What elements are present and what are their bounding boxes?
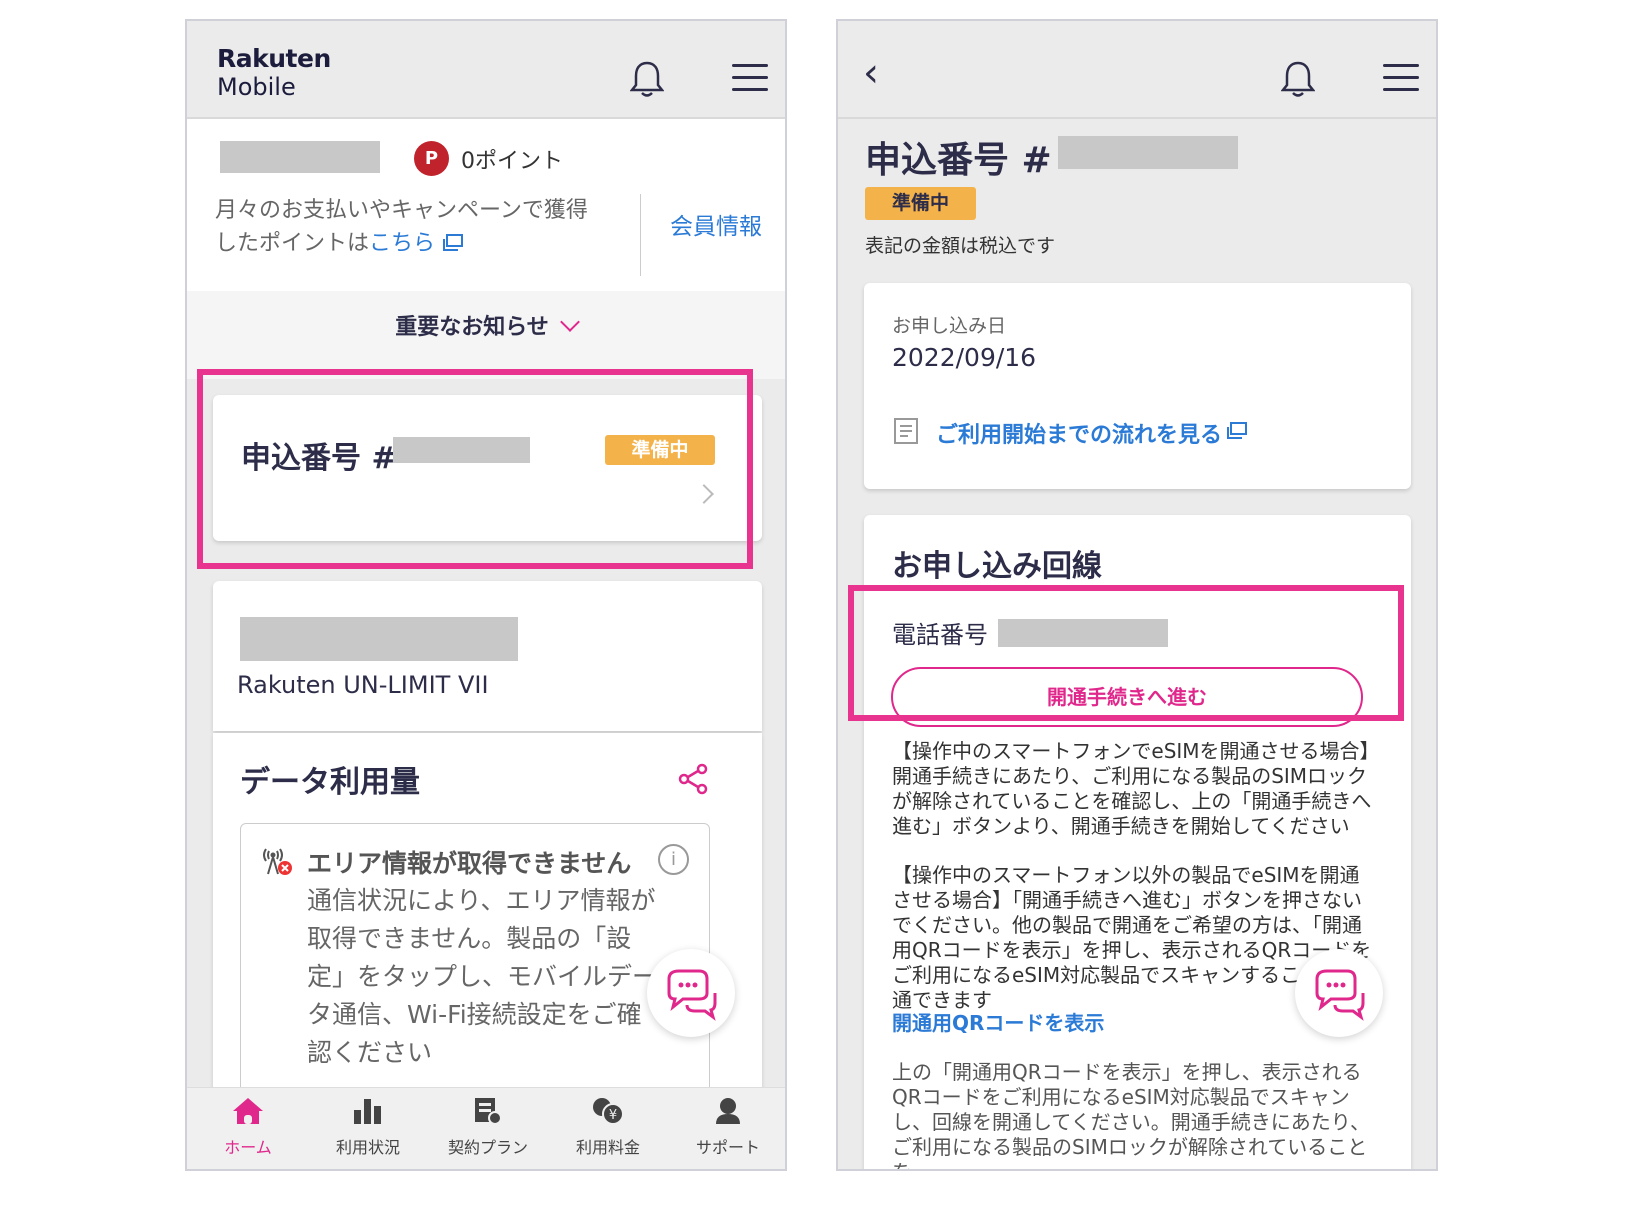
external-link-icon [1226, 422, 1248, 444]
points-link[interactable]: こちら [369, 231, 435, 256]
share-icon[interactable] [677, 763, 709, 799]
flow-guide-link[interactable]: ご利用開始までの流れを見る [936, 417, 1222, 449]
application-date-card: お申し込み日 2022/09/16 ご利用開始までの流れを見る [864, 283, 1411, 489]
points-icon: P [414, 141, 449, 176]
chat-button[interactable] [647, 949, 735, 1037]
back-arrow-icon[interactable]: ‹ [863, 53, 905, 95]
highlight-frame [848, 585, 1404, 721]
points-balance: 0ポイント [461, 149, 563, 174]
chat-icon [1315, 969, 1365, 1021]
svg-text:¥: ¥ [609, 1108, 617, 1123]
data-usage-title: データ利用量 [240, 765, 420, 800]
divider [640, 194, 641, 276]
plan-icon [475, 1098, 502, 1125]
bottom-navigation: ホーム 利用状況 契約プラン ¥ 利用料金 サポート [187, 1087, 785, 1169]
plan-card[interactable]: Rakuten UN-LIMIT VII [213, 581, 762, 731]
line-section-title: お申し込み回線 [892, 549, 1102, 584]
menu-icon[interactable] [1383, 60, 1425, 102]
important-notice-toggle[interactable]: 重要なお知らせ [187, 291, 785, 379]
chat-button[interactable] [1295, 949, 1383, 1037]
bar-chart-icon [354, 1099, 381, 1124]
apply-date-value: 2022/09/16 [892, 343, 1037, 372]
info-icon[interactable]: i [658, 844, 689, 875]
document-icon [892, 417, 920, 449]
header: ‹ [838, 21, 1436, 119]
no-signal-icon [261, 846, 295, 882]
chevron-down-icon [559, 312, 580, 332]
rakuten-mobile-logo[interactable]: Rakuten Mobile [217, 45, 331, 102]
nav-plan[interactable]: 契約プラン [433, 1096, 543, 1158]
nav-support[interactable]: サポート [673, 1096, 783, 1158]
header: Rakuten Mobile [187, 21, 785, 119]
nav-billing[interactable]: ¥ 利用料金 [553, 1096, 663, 1158]
menu-icon[interactable] [732, 60, 774, 102]
apply-date-label: お申し込み日 [892, 315, 1007, 337]
page-title: 申込番号 # [865, 140, 1052, 181]
area-error-text: 通信状況により、エリア情報が取得できません。製品の「設定」をタップし、モバイルデ… [307, 886, 658, 1067]
chat-icon [667, 969, 717, 1021]
esim-self-instructions: 【操作中のスマートフォンでeSIMを開通させる場合】開通手続きにあたり、ご利用に… [892, 739, 1372, 838]
support-icon [716, 1098, 740, 1124]
yen-icon: ¥ [593, 1098, 624, 1125]
bell-icon[interactable] [629, 59, 672, 101]
redacted-phone-number [240, 617, 518, 661]
status-badge: 準備中 [865, 187, 976, 220]
points-description: 月々のお支払いやキャンペーンで獲得したポイントはこちら [215, 198, 588, 256]
qr-instructions: 上の「開通用QRコードを表示」を押し、表示されるQRコードをご利用になるeSIM… [892, 1060, 1370, 1169]
external-link-icon [443, 234, 464, 251]
redacted-username [220, 141, 380, 173]
application-detail-screen: ‹ 申込番号 # 準備中 表記の金額は税込です お申し込み日 2022/09/1… [836, 19, 1438, 1171]
member-info-link[interactable]: 会員情報 [670, 207, 762, 241]
show-qr-link[interactable]: 開通用QRコードを表示 [892, 1011, 1104, 1036]
plan-name: Rakuten UN-LIMIT VII [237, 671, 489, 699]
redacted-application-number [1058, 136, 1238, 169]
tax-note: 表記の金額は税込です [865, 235, 1056, 257]
area-error-title: エリア情報が取得できません [307, 849, 632, 878]
home-screen: Rakuten Mobile P 0ポイント 月々のお支払いやキャンペーンで獲得… [185, 19, 787, 1171]
highlight-frame [197, 369, 753, 569]
bell-icon[interactable] [1280, 59, 1323, 101]
nav-home[interactable]: ホーム [193, 1096, 303, 1158]
home-icon [233, 1098, 263, 1124]
user-points-area: P 0ポイント 月々のお支払いやキャンペーンで獲得したポイントはこちら 会員情報 [187, 119, 785, 291]
nav-usage[interactable]: 利用状況 [313, 1096, 423, 1158]
